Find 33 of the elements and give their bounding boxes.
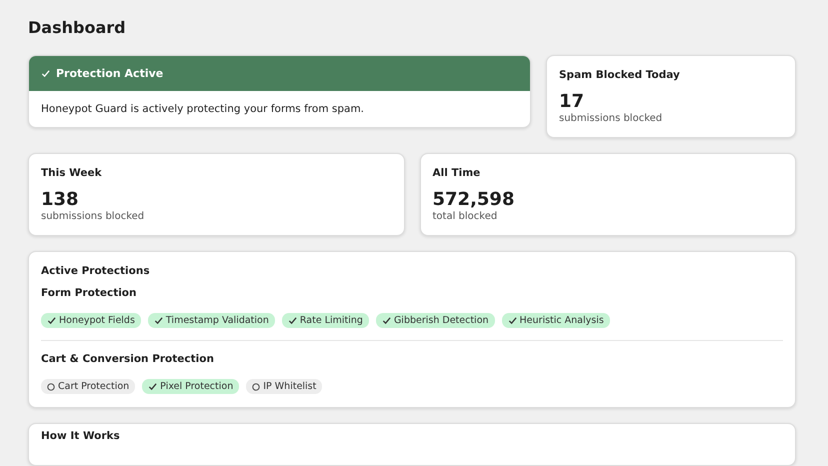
stat-caption: submissions blocked (559, 113, 664, 124)
page-title: Dashboard (28, 17, 127, 39)
check-icon (148, 382, 158, 391)
protection-tag: Cart Protection (41, 379, 136, 394)
stat-caption: total blocked (432, 211, 498, 222)
stat-value: 138 (41, 189, 80, 211)
protection-tag: Pixel Protection (142, 379, 240, 394)
stat-title: This Week (41, 167, 103, 179)
protection-tag: Rate Limiting (282, 313, 369, 328)
status-message: Honeypot Guard is actively protecting your forms from spam. (40, 102, 366, 117)
protection-tag: Honeypot Fields (41, 313, 141, 328)
stat-caption: submissions blocked (41, 211, 146, 222)
check-icon (154, 316, 163, 325)
group-title: Cart & Conversion Protection (41, 353, 215, 365)
section-title: How It Works (41, 430, 121, 442)
stat-title: All Time (432, 167, 482, 179)
status-title: Protection Active (56, 67, 164, 80)
protection-tag: Timestamp Validation (148, 313, 275, 328)
check-icon (288, 316, 297, 325)
check-icon (47, 316, 56, 325)
section-title: Active Protections (41, 265, 151, 277)
check-icon (382, 316, 391, 325)
check-icon (508, 316, 517, 325)
stat-value: 17 (559, 91, 586, 113)
stat-title: Spam Blocked Today (559, 69, 681, 81)
stat-value: 572,598 (432, 189, 516, 211)
check-icon (41, 69, 50, 78)
circle-icon (47, 382, 55, 390)
group-title: Form Protection (41, 287, 138, 299)
circle-icon (252, 382, 260, 390)
protection-tag: Gibberish Detection (376, 313, 495, 328)
protection-tag: Heuristic Analysis (502, 313, 610, 328)
protection-tag: IP Whitelist (246, 379, 322, 394)
